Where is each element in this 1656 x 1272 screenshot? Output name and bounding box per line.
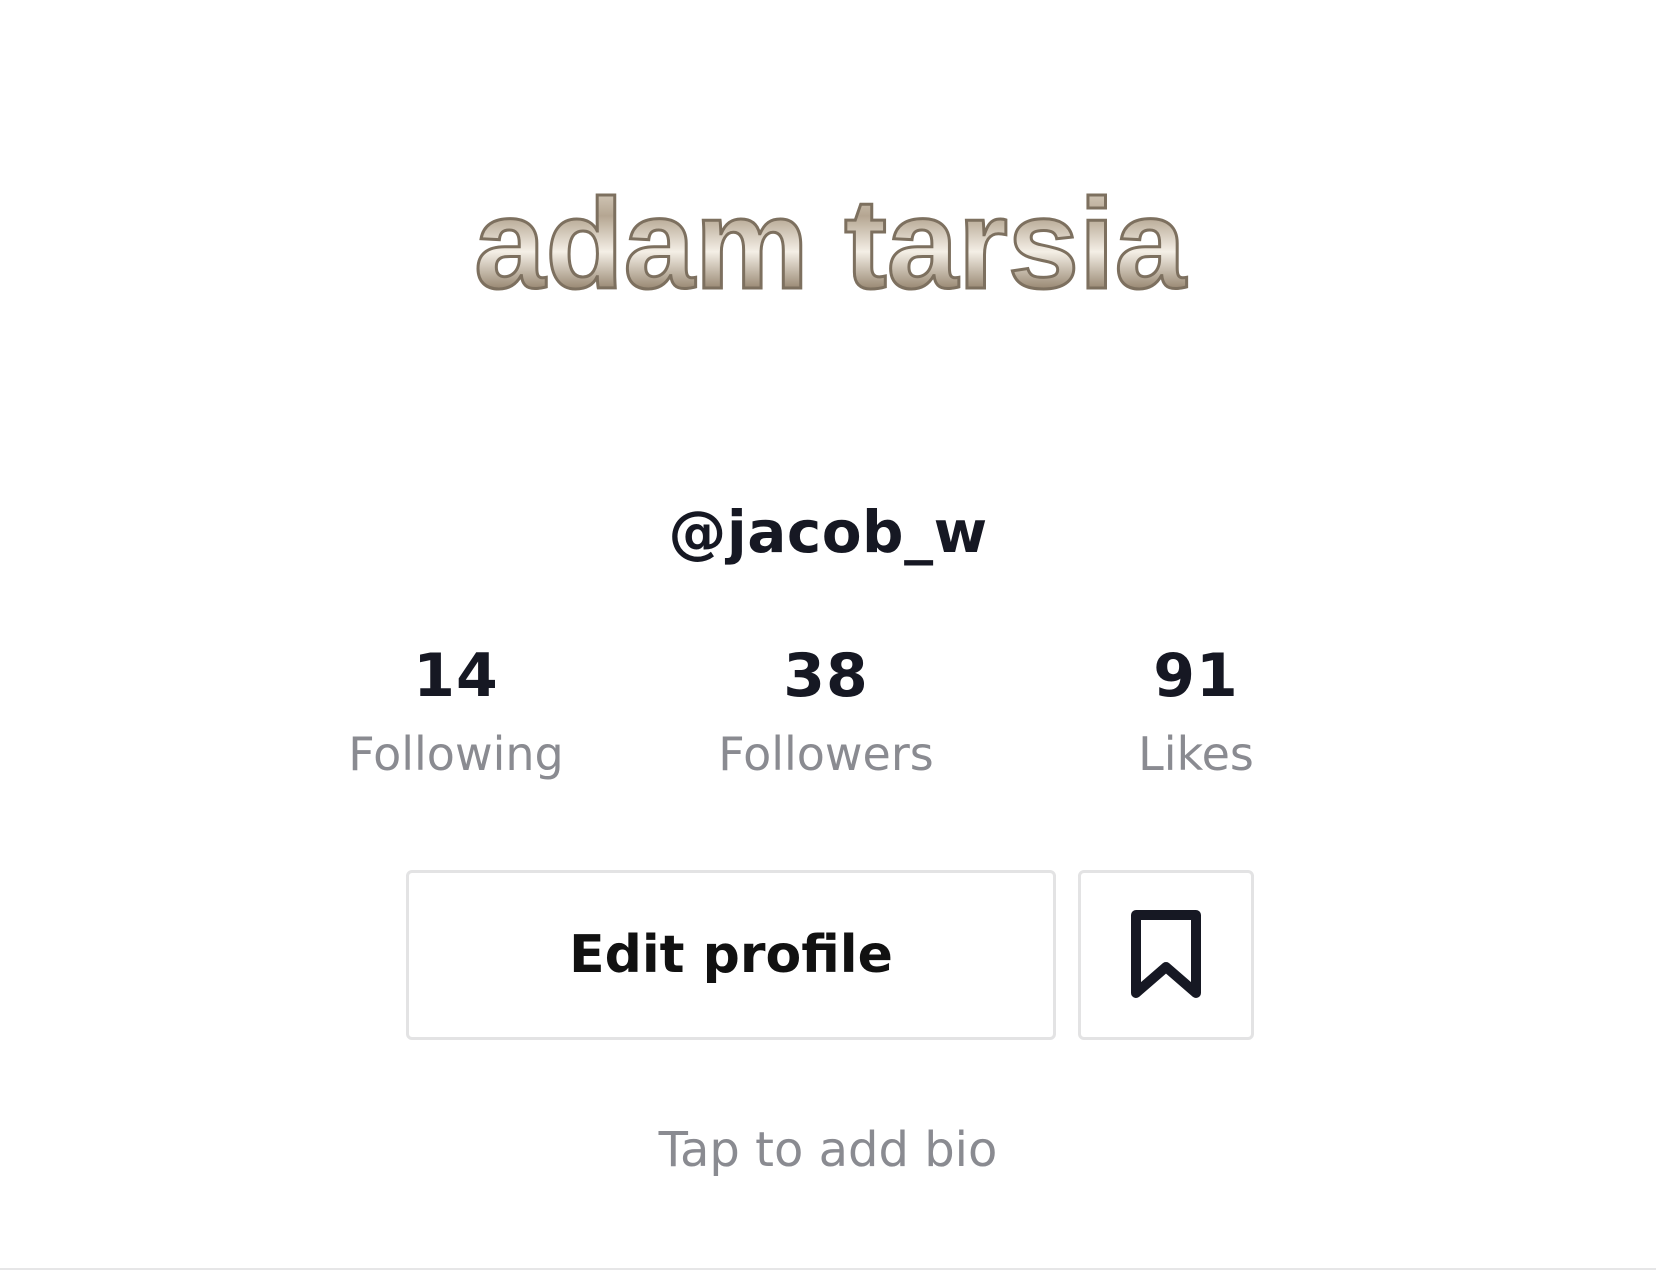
avatar-text: adam tarsia — [474, 173, 1186, 316]
edit-profile-button[interactable]: Edit profile — [406, 870, 1056, 1040]
profile-stats: 14 Following 38 Followers 91 Likes — [0, 640, 1656, 800]
username: @jacob_w — [668, 498, 988, 566]
divider — [0, 1268, 1656, 1270]
bookmark-icon — [1131, 910, 1201, 998]
profile-avatar[interactable]: adam tarsia — [380, 130, 1280, 360]
followers-count: 38 — [783, 641, 869, 711]
likes-label: Likes — [1138, 727, 1254, 781]
stat-following[interactable]: 14 Following — [306, 640, 606, 782]
following-label: Following — [348, 727, 564, 781]
likes-count: 91 — [1153, 641, 1239, 711]
stat-followers[interactable]: 38 Followers — [676, 640, 976, 782]
avatar-metallic-text-image: adam tarsia — [473, 172, 1188, 318]
favorites-button[interactable] — [1078, 870, 1254, 1040]
followers-label: Followers — [718, 727, 934, 781]
stat-likes[interactable]: 91 Likes — [1046, 640, 1346, 782]
profile-screen: adam tarsia @jacob_w 14 Following 38 Fol… — [0, 0, 1656, 1272]
following-count: 14 — [413, 641, 499, 711]
bio-placeholder[interactable]: Tap to add bio — [0, 1122, 1656, 1178]
